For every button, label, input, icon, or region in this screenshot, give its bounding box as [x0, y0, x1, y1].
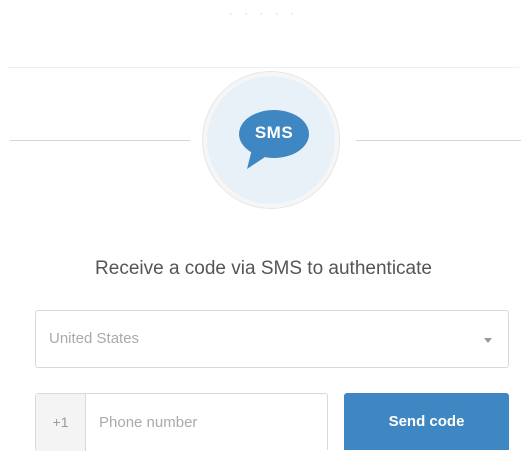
speech-bubble-icon: SMS: [238, 109, 310, 171]
country-select[interactable]: United States: [35, 310, 509, 368]
country-code-prefix: +1: [36, 394, 86, 451]
phone-input-group: +1: [35, 393, 328, 451]
country-select-value: United States: [49, 330, 140, 347]
faint-header-text: · · · · ·: [228, 6, 299, 20]
left-divider: [10, 140, 190, 141]
right-divider: [356, 140, 521, 141]
chevron-down-icon: [484, 338, 492, 343]
sms-icon-label: SMS: [254, 123, 294, 142]
send-code-button[interactable]: Send code: [344, 393, 509, 450]
phone-number-input[interactable]: [87, 394, 327, 451]
sms-prompt-text: Receive a code via SMS to authenticate: [95, 258, 432, 279]
sms-icon-circle: SMS: [203, 72, 339, 208]
top-divider: [8, 67, 519, 68]
